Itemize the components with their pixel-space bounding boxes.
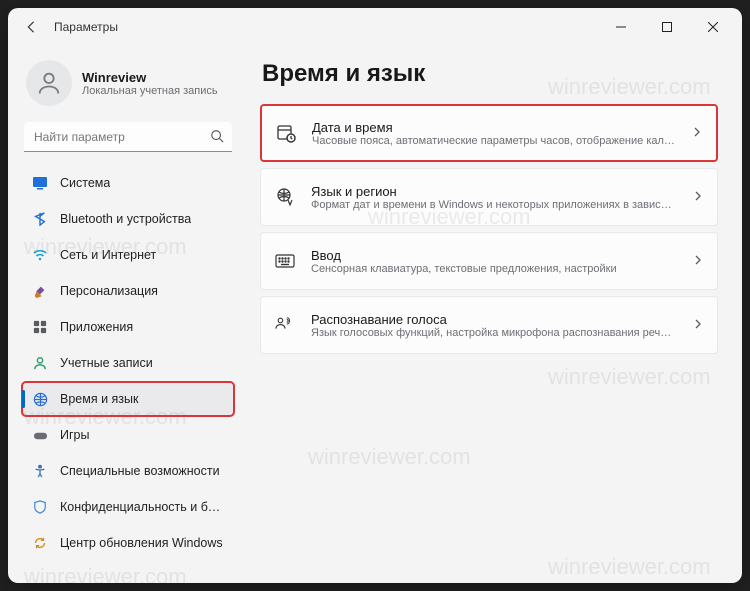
card-title: Дата и время [312,120,676,135]
sidebar-item-system[interactable]: Система [22,166,234,200]
chevron-right-icon [692,124,702,142]
sidebar-item-label: Сеть и Интернет [60,248,156,262]
sidebar-item-label: Центр обновления Windows [60,536,223,550]
sidebar-item-label: Система [60,176,110,190]
sidebar-item-label: Персонализация [60,284,158,298]
back-button[interactable] [22,18,40,36]
card-speech[interactable]: Распознавание голоса Язык голосовых функ… [260,296,718,354]
globe-text-icon [275,187,295,207]
sidebar-item-network[interactable]: Сеть и Интернет [22,238,234,272]
sidebar-item-label: Учетные записи [60,356,153,370]
sidebar: Winreview Локальная учетная запись Систе… [8,46,244,583]
sidebar-item-gaming[interactable]: Игры [22,418,234,452]
titlebar: Параметры [8,8,742,46]
sidebar-nav: Система Bluetooth и устройства Сеть и Ин… [22,166,234,560]
sidebar-item-accessibility[interactable]: Специальные возможности [22,454,234,488]
sidebar-item-update[interactable]: Центр обновления Windows [22,526,234,560]
card-subtitle: Часовые пояса, автоматические параметры … [312,135,676,147]
sidebar-item-label: Специальные возможности [60,464,220,478]
keyboard-icon [275,251,295,271]
user-name: Winreview [82,70,218,85]
card-subtitle: Формат дат и времени в Windows и некотор… [311,199,677,211]
search-box[interactable] [24,122,232,152]
shield-icon [32,499,48,515]
sidebar-item-label: Конфиденциальность и безопасность [60,500,226,514]
minimize-button[interactable] [598,12,644,42]
settings-window: Параметры Winreview Локальная учетная за… [8,8,742,583]
sidebar-item-accounts[interactable]: Учетные записи [22,346,234,380]
chevron-right-icon [693,316,703,334]
update-icon [32,535,48,551]
window-controls [598,12,736,42]
person-icon [32,355,48,371]
app-title: Параметры [54,20,598,34]
calendar-clock-icon [276,123,296,143]
search-input[interactable] [24,122,232,152]
wifi-icon [32,247,48,263]
user-block[interactable]: Winreview Локальная учетная запись [22,54,234,122]
card-subtitle: Сенсорная клавиатура, текстовые предложе… [311,263,677,275]
card-language-region[interactable]: Язык и регион Формат дат и времени в Win… [260,168,718,226]
card-subtitle: Язык голосовых функций, настройка микроф… [311,327,677,339]
accessibility-icon [32,463,48,479]
avatar [26,60,72,106]
gamepad-icon [32,427,48,443]
paint-icon [32,283,48,299]
sidebar-item-bluetooth[interactable]: Bluetooth и устройства [22,202,234,236]
chevron-right-icon [693,188,703,206]
page-title: Время и язык [262,60,718,88]
user-account-type: Локальная учетная запись [82,85,218,97]
globe-clock-icon [32,391,48,407]
main-content: Время и язык Дата и время Часовые пояса,… [244,46,742,583]
maximize-button[interactable] [644,12,690,42]
search-icon [210,129,224,148]
card-title: Распознавание голоса [311,312,677,327]
card-date-time[interactable]: Дата и время Часовые пояса, автоматическ… [260,104,718,162]
card-typing[interactable]: Ввод Сенсорная клавиатура, текстовые пре… [260,232,718,290]
sidebar-item-personalization[interactable]: Персонализация [22,274,234,308]
card-title: Язык и регион [311,184,677,199]
chevron-right-icon [693,252,703,270]
apps-icon [32,319,48,335]
speech-icon [275,315,295,335]
sidebar-item-label: Приложения [60,320,133,334]
sidebar-item-label: Игры [60,428,89,442]
sidebar-item-time-language[interactable]: Время и язык [22,382,234,416]
sidebar-item-apps[interactable]: Приложения [22,310,234,344]
sidebar-item-label: Bluetooth и устройства [60,212,191,226]
settings-cards: Дата и время Часовые пояса, автоматическ… [260,104,718,354]
close-button[interactable] [690,12,736,42]
sidebar-item-label: Время и язык [60,392,139,406]
bluetooth-icon [32,211,48,227]
card-title: Ввод [311,248,677,263]
monitor-icon [32,175,48,191]
sidebar-item-privacy[interactable]: Конфиденциальность и безопасность [22,490,234,524]
